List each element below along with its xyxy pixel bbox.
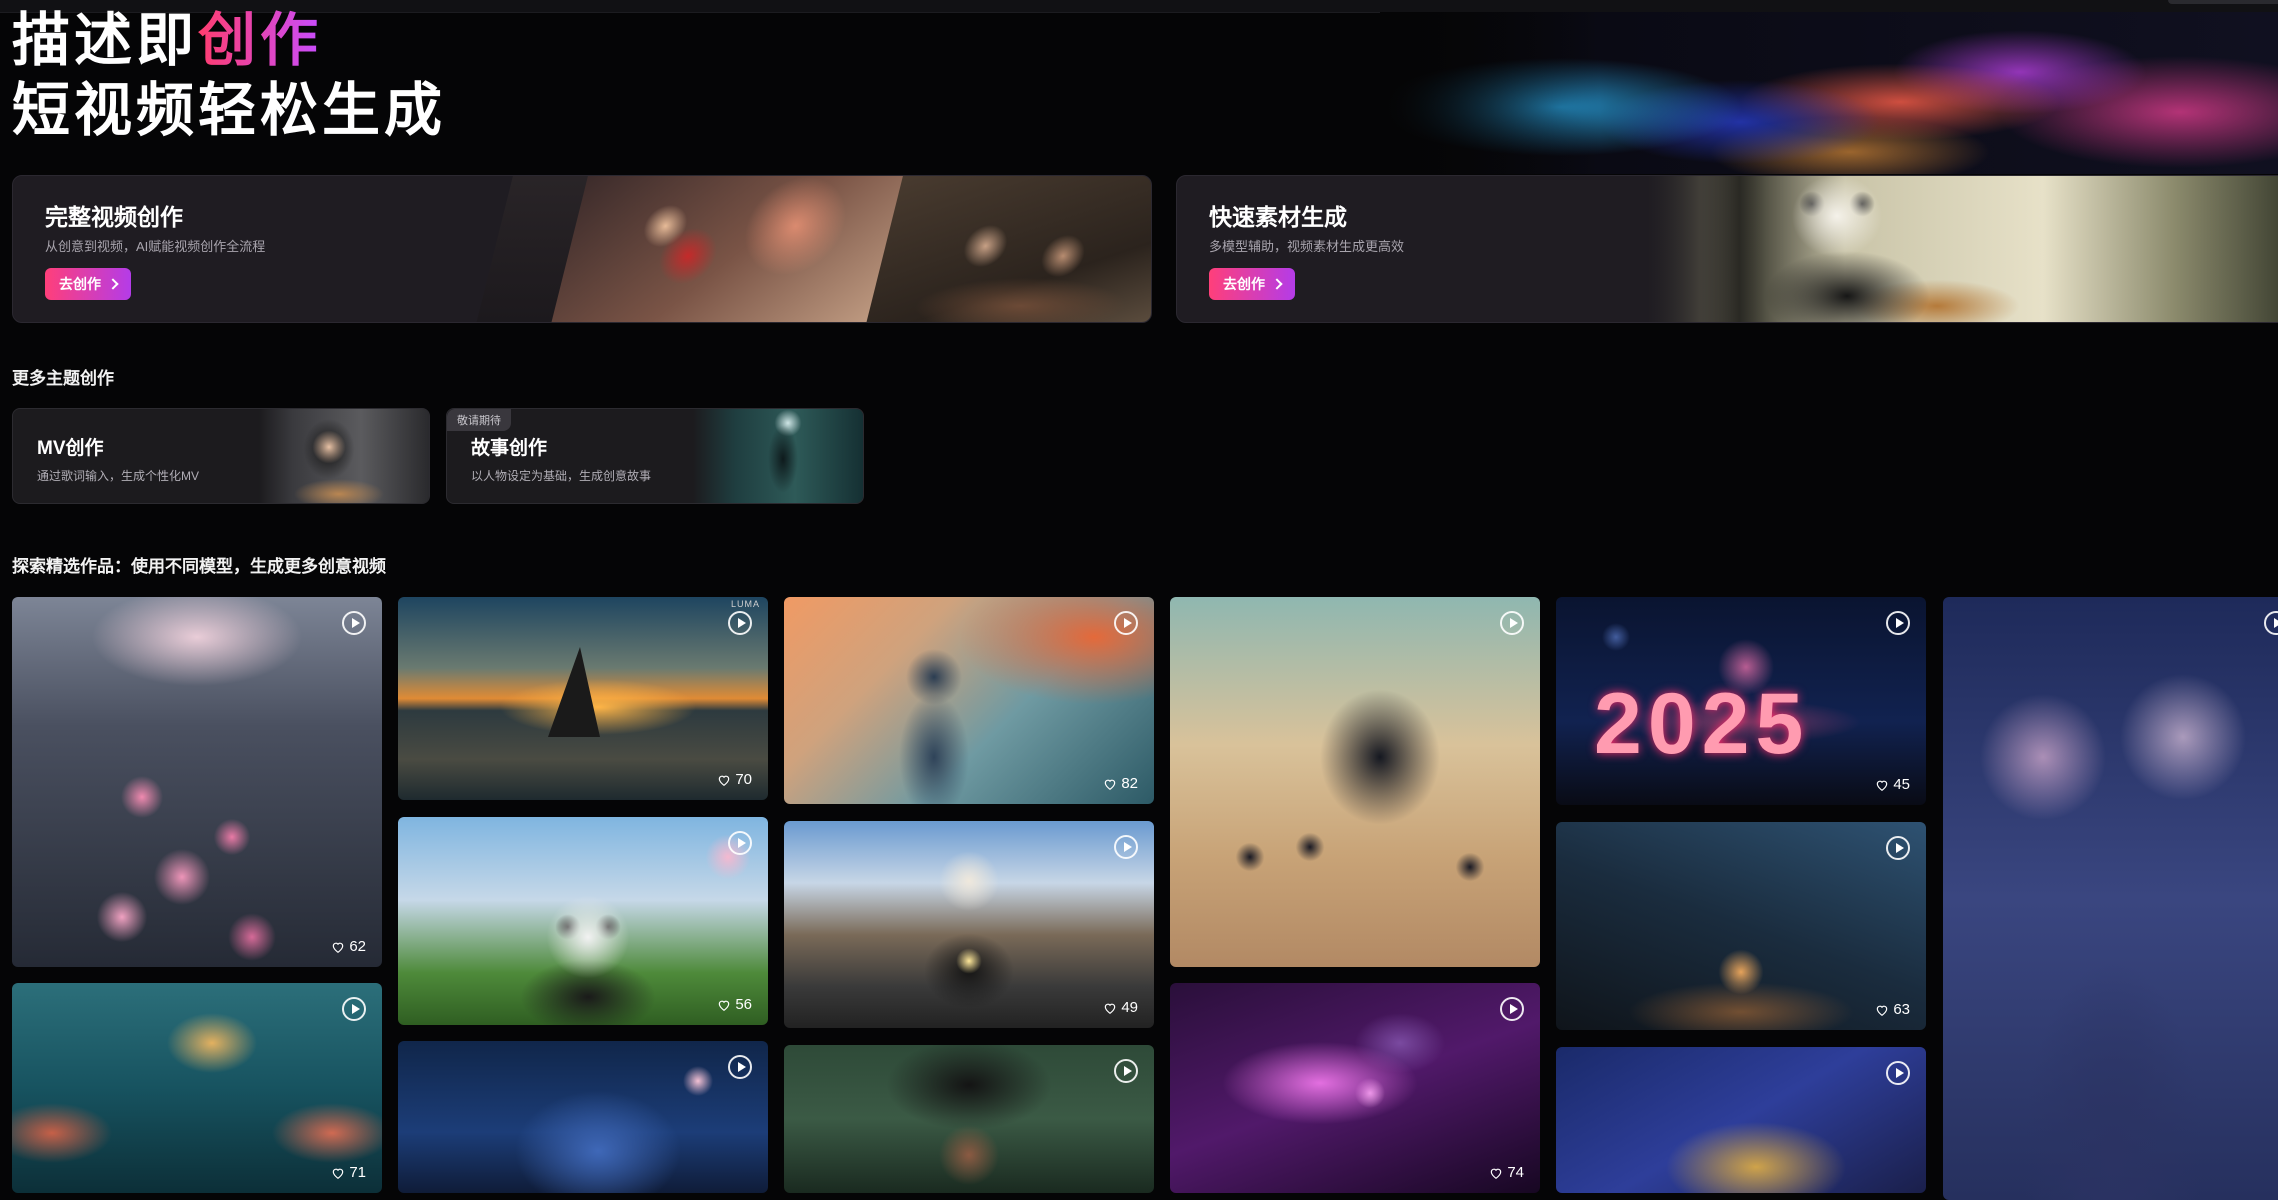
heart-icon <box>719 775 730 786</box>
gallery-item-fireworks-2025[interactable]: 2025 45 <box>1556 597 1926 805</box>
play-icon[interactable] <box>728 831 752 855</box>
play-icon[interactable] <box>728 611 752 635</box>
heart-icon <box>1105 779 1116 790</box>
gallery-item-wizard-hat[interactable] <box>1556 1047 1926 1193</box>
hero-title: 描述即创作 短视频轻松生成 <box>12 6 446 146</box>
like-count[interactable]: 49 <box>1103 999 1138 1016</box>
brand-watermark: LUMA <box>730 599 760 609</box>
play-icon[interactable] <box>1114 1059 1138 1083</box>
like-count[interactable]: 56 <box>717 996 752 1013</box>
play-icon[interactable] <box>342 997 366 1021</box>
theme-title: MV创作 <box>37 438 104 459</box>
feature-art-panda-guitar <box>1647 176 2278 322</box>
feature-subtitle: 从创意到视频，AI赋能视频创作全流程 <box>45 239 266 254</box>
like-count[interactable]: 63 <box>1875 1001 1910 1018</box>
like-count-value: 74 <box>1507 1164 1524 1181</box>
like-count-value: 56 <box>735 996 752 1013</box>
like-count-value: 82 <box>1121 775 1138 792</box>
fireworks-2025-text: 2025 <box>1594 676 1810 772</box>
theme-title: 故事创作 <box>471 438 548 459</box>
theme-card-story[interactable]: 敬请期待 故事创作 以人物设定为基础，生成创意故事 <box>446 408 864 504</box>
feature-title: 完整视频创作 <box>45 204 183 230</box>
like-count[interactable]: 62 <box>331 938 366 955</box>
feature-art-full-video <box>470 176 1151 322</box>
feature-subtitle: 多模型辅助，视频素材生成更高效 <box>1209 239 1405 254</box>
gallery-item-sailboat[interactable]: LUMA 70 <box>398 597 768 800</box>
hero-title-plain: 描述即 <box>12 8 199 73</box>
like-count[interactable]: 82 <box>1103 775 1138 792</box>
heart-icon <box>333 1168 344 1179</box>
like-count[interactable]: 74 <box>1489 1164 1524 1181</box>
play-icon[interactable] <box>1886 611 1910 635</box>
heart-icon <box>1877 1005 1888 1016</box>
top-bar-control[interactable] <box>2168 0 2278 4</box>
like-count[interactable]: 70 <box>717 771 752 788</box>
theme-subtitle: 以人物设定为基础，生成创意故事 <box>471 469 652 483</box>
heart-icon <box>1877 780 1888 791</box>
gallery-item-autumn-girl[interactable]: 82 <box>784 597 1154 804</box>
heart-icon <box>719 1000 730 1011</box>
gallery-item-panda[interactable]: 56 <box>398 817 768 1025</box>
hero-banner-art <box>1380 12 2278 174</box>
heart-icon <box>1491 1168 1502 1179</box>
heart-icon <box>1105 1003 1116 1014</box>
gallery-item-castle[interactable] <box>1943 597 2278 1200</box>
like-count-value: 49 <box>1121 999 1138 1016</box>
play-icon[interactable] <box>1114 835 1138 859</box>
theme-art-singer <box>259 409 429 503</box>
gallery-item-cat-warriors[interactable] <box>1170 597 1540 967</box>
gallery-item-hammer-egg[interactable]: 63 <box>1556 822 1926 1030</box>
feature-title: 快速素材生成 <box>1209 204 1347 230</box>
gallery-item-dog-motorcycle[interactable]: 49 <box>784 821 1154 1028</box>
play-icon[interactable] <box>1500 997 1524 1021</box>
gallery-title: 探索精选作品：使用不同模型，生成更多创意视频 <box>12 557 386 576</box>
theme-subtitle: 通过歌词输入，生成个性化MV <box>37 469 200 483</box>
theme-card-mv[interactable]: MV创作 通过歌词输入，生成个性化MV <box>12 408 430 504</box>
play-icon[interactable] <box>1114 611 1138 635</box>
create-button[interactable]: 去创作 <box>1209 268 1295 300</box>
heart-icon <box>333 942 344 953</box>
gallery-item-mermaid[interactable]: 71 <box>12 983 382 1193</box>
like-count-value: 70 <box>735 771 752 788</box>
gallery-item-glow-butterfly[interactable]: 74 <box>1170 983 1540 1193</box>
create-button-label: 去创作 <box>1223 276 1265 292</box>
play-icon[interactable] <box>1500 611 1524 635</box>
create-button[interactable]: 去创作 <box>45 268 131 300</box>
like-count[interactable]: 71 <box>331 1164 366 1181</box>
like-count[interactable]: 45 <box>1875 776 1910 793</box>
play-icon[interactable] <box>728 1055 752 1079</box>
hero-title-line2: 短视频轻松生成 <box>12 78 447 143</box>
play-icon[interactable] <box>1886 1061 1910 1085</box>
feature-card-full-video[interactable]: 完整视频创作 从创意到视频，AI赋能视频创作全流程 去创作 <box>12 175 1152 323</box>
create-button-label: 去创作 <box>59 276 101 292</box>
themes-section-title: 更多主题创作 <box>12 369 114 388</box>
like-count-value: 62 <box>349 938 366 955</box>
like-count-value: 45 <box>1893 776 1910 793</box>
play-icon[interactable] <box>2264 611 2278 635</box>
feature-card-quick-asset[interactable]: 快速素材生成 多模型辅助，视频素材生成更高效 去创作 <box>1176 175 2278 323</box>
theme-art-swordsman <box>693 409 863 503</box>
play-icon[interactable] <box>342 611 366 635</box>
chevron-right-icon <box>107 278 119 290</box>
hero-title-accent: 创作 <box>198 8 323 73</box>
like-count-value: 71 <box>349 1164 366 1181</box>
like-count-value: 63 <box>1893 1001 1910 1018</box>
play-icon[interactable] <box>1886 836 1910 860</box>
gallery-item-mouse[interactable] <box>398 1041 768 1193</box>
gallery-item-witch[interactable] <box>784 1045 1154 1193</box>
gallery-item-butterflies[interactable]: 62 <box>12 597 382 967</box>
chevron-right-icon <box>1271 278 1283 290</box>
coming-soon-badge: 敬请期待 <box>447 409 511 431</box>
